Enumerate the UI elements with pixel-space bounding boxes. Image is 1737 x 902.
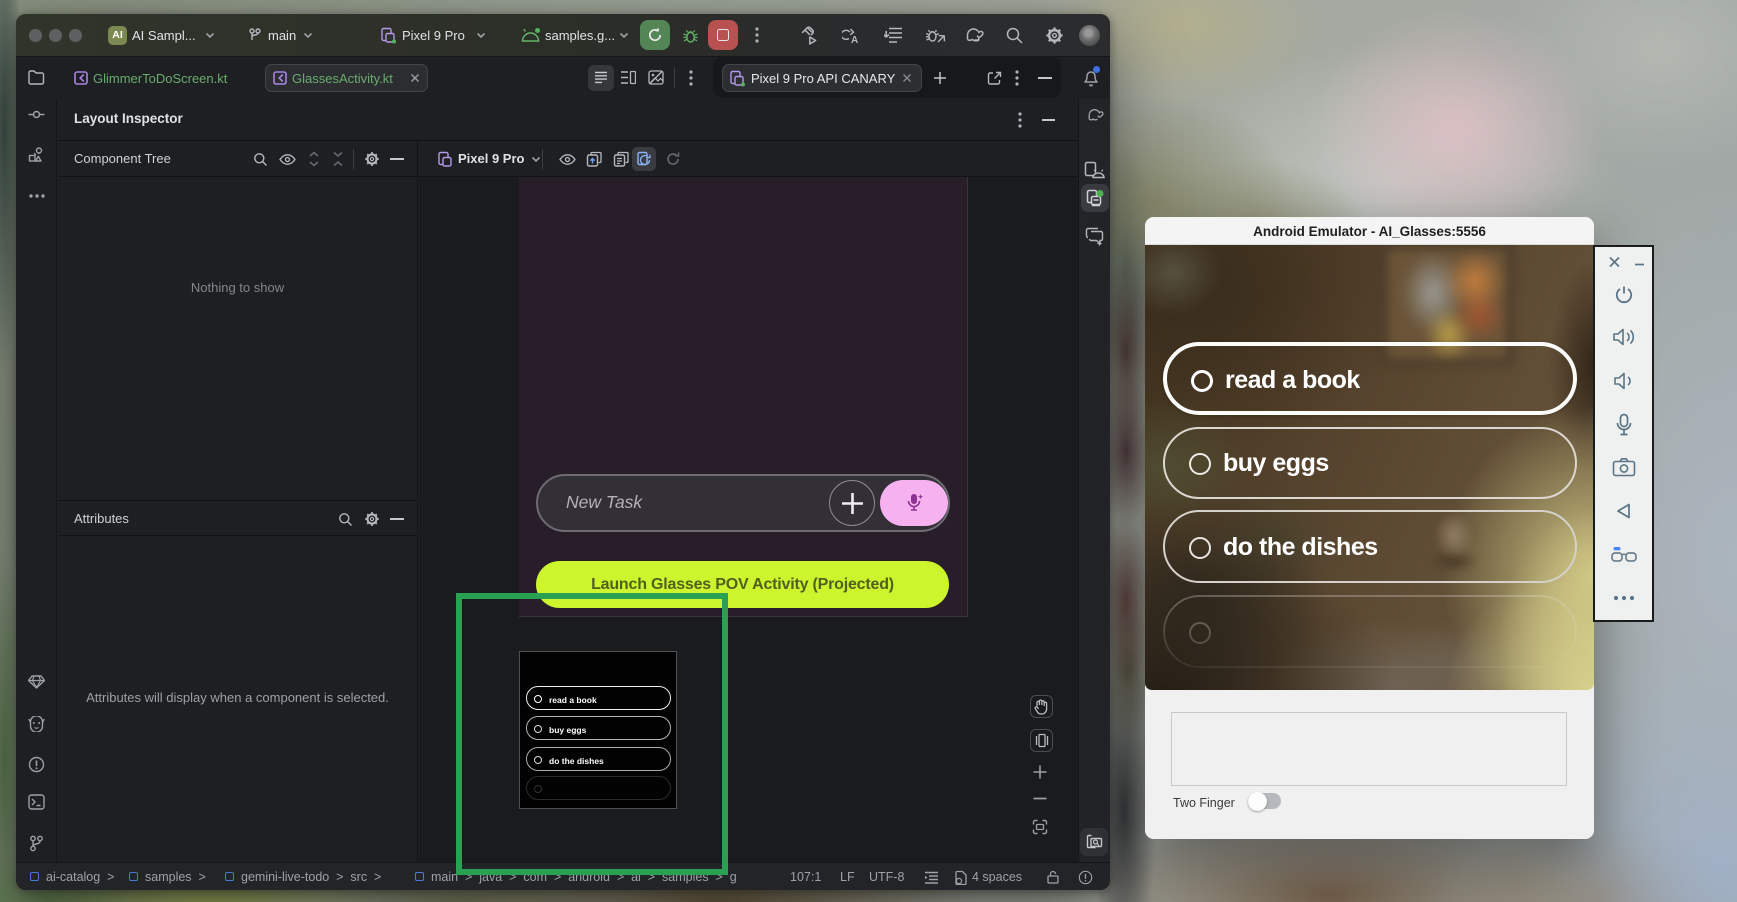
svg-text:A: A [851,35,858,45]
